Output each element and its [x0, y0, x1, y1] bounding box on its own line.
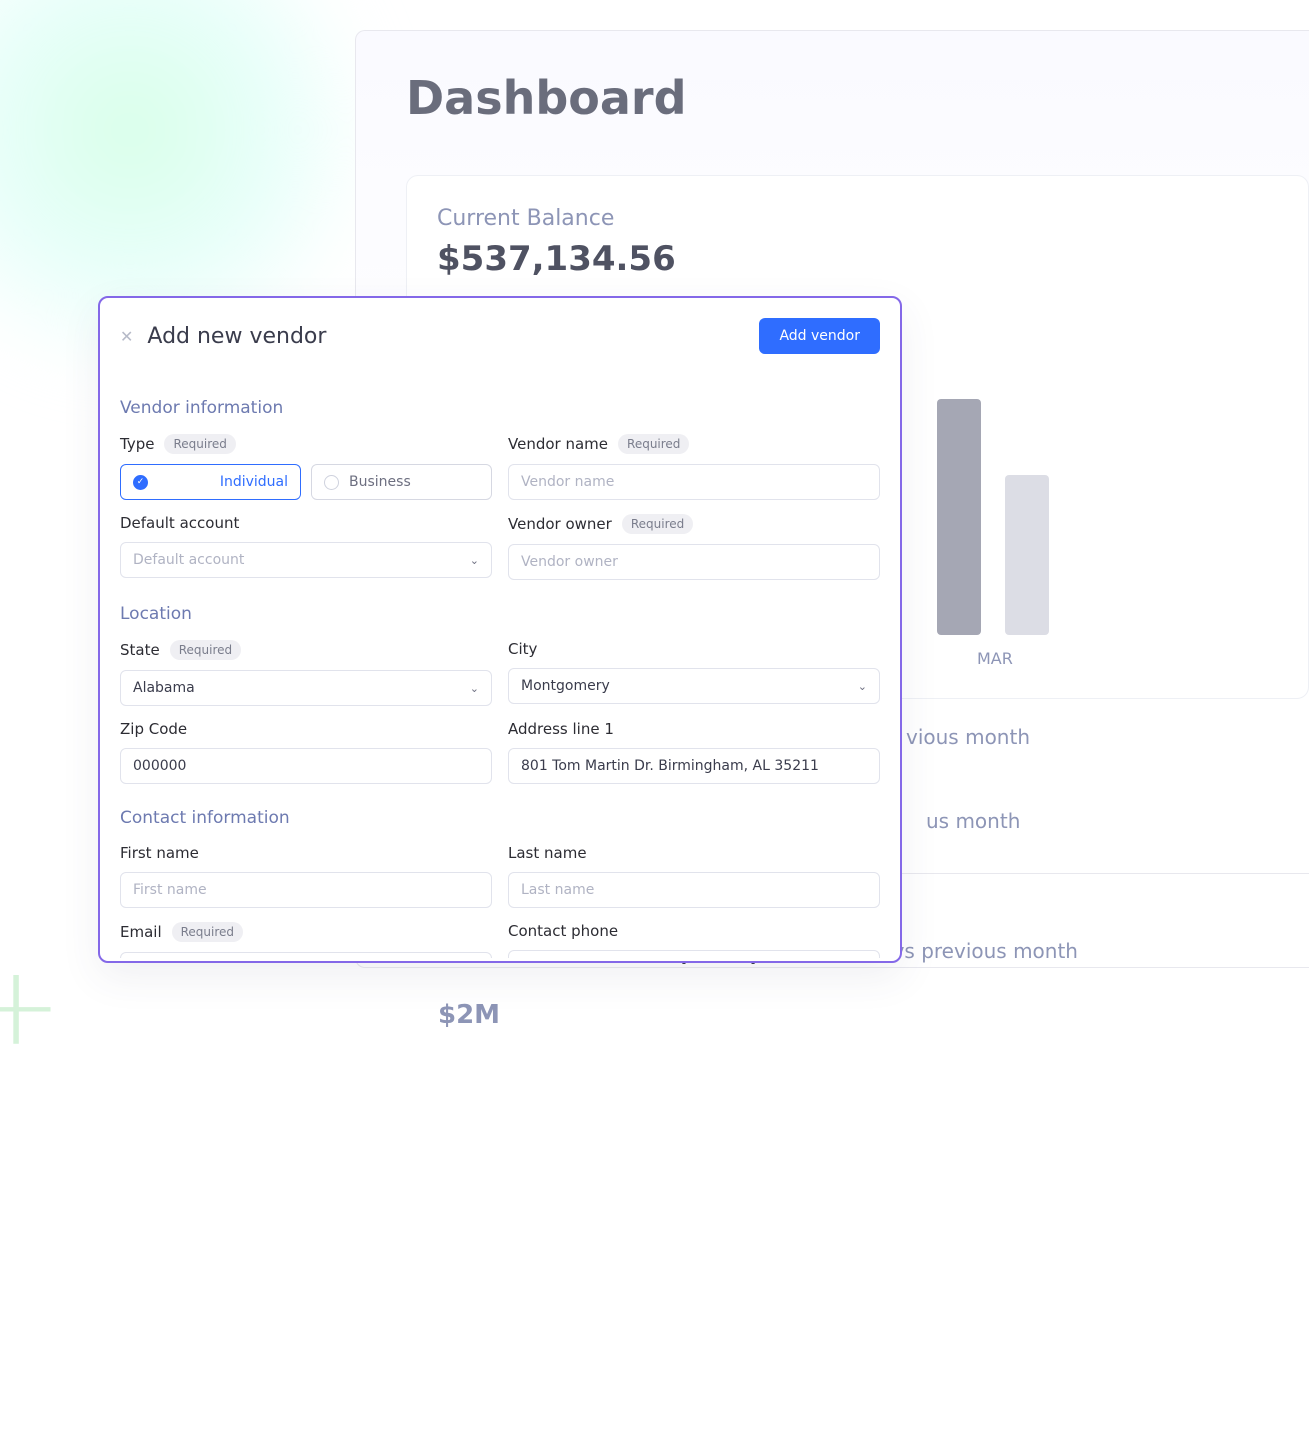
required-badge: Required [622, 514, 693, 534]
state-label: State [120, 641, 160, 659]
zip-input[interactable] [120, 748, 492, 784]
vendor-owner-label: Vendor owner [508, 515, 612, 533]
type-individual-toggle[interactable]: ✓ Individual [120, 464, 301, 500]
chart-x-label: MAR [977, 649, 1278, 668]
select-value: Default account [133, 552, 244, 568]
first-name-input[interactable] [120, 872, 492, 908]
vendor-name-input[interactable] [508, 464, 880, 500]
section-heading-vendor: Vendor information [120, 398, 880, 418]
vs-previous-text: vs previous month [893, 939, 1078, 963]
chart-bar [1005, 475, 1049, 635]
vendor-owner-input[interactable] [508, 544, 880, 580]
address1-label: Address line 1 [508, 720, 614, 738]
chevron-down-icon: ⌄ [470, 554, 479, 567]
add-vendor-button[interactable]: Add vendor [759, 318, 880, 354]
type-business-toggle[interactable]: Business [311, 464, 492, 500]
address1-input[interactable] [508, 748, 880, 784]
default-account-label: Default account [120, 514, 239, 532]
balance-value: $537,134.56 [437, 239, 1278, 279]
first-name-label: First name [120, 844, 199, 862]
page-title: Dashboard [406, 71, 1309, 125]
section-heading-contact: Contact information [120, 808, 880, 828]
vendor-name-label: Vendor name [508, 435, 608, 453]
last-name-input[interactable] [508, 872, 880, 908]
modal-title: Add new vendor [147, 324, 759, 349]
zip-label: Zip Code [120, 720, 187, 738]
type-label: Type [120, 435, 154, 453]
required-badge: Required [170, 640, 241, 660]
chart-y-tick: $2M [438, 1000, 500, 1030]
check-icon: ✓ [133, 475, 148, 490]
email-input[interactable] [120, 952, 492, 958]
add-vendor-modal: ✕ Add new vendor Add vendor Vendor infor… [98, 296, 902, 963]
vs-previous-text: vious month [906, 725, 1030, 749]
required-badge: Required [618, 434, 689, 454]
required-badge: Required [172, 922, 243, 942]
phone-input[interactable]: +1 [508, 950, 880, 958]
radio-icon [324, 475, 339, 490]
email-label: Email [120, 923, 162, 941]
chevron-down-icon: ⌄ [858, 680, 867, 693]
select-value: Montgomery [521, 678, 610, 694]
toggle-label: Business [349, 474, 411, 490]
phone-label: Contact phone [508, 922, 618, 940]
chevron-down-icon: ⌄ [470, 682, 479, 695]
state-select[interactable]: Alabama ⌄ [120, 670, 492, 706]
city-select[interactable]: Montgomery ⌄ [508, 668, 880, 704]
bar-chart [937, 399, 1278, 635]
city-label: City [508, 640, 537, 658]
required-badge: Required [164, 434, 235, 454]
decorative-plus: + [0, 942, 62, 1070]
last-name-label: Last name [508, 844, 587, 862]
default-account-select[interactable]: Default account ⌄ [120, 542, 492, 578]
vs-previous-text: us month [926, 809, 1020, 833]
balance-label: Current Balance [437, 206, 1278, 231]
chart-bar [937, 399, 981, 635]
close-icon[interactable]: ✕ [120, 327, 133, 346]
select-value: Alabama [133, 680, 195, 696]
section-heading-location: Location [120, 604, 880, 624]
modal-body[interactable]: Vendor information Type Required ✓ Indiv… [100, 368, 900, 958]
toggle-label: Individual [220, 474, 288, 490]
